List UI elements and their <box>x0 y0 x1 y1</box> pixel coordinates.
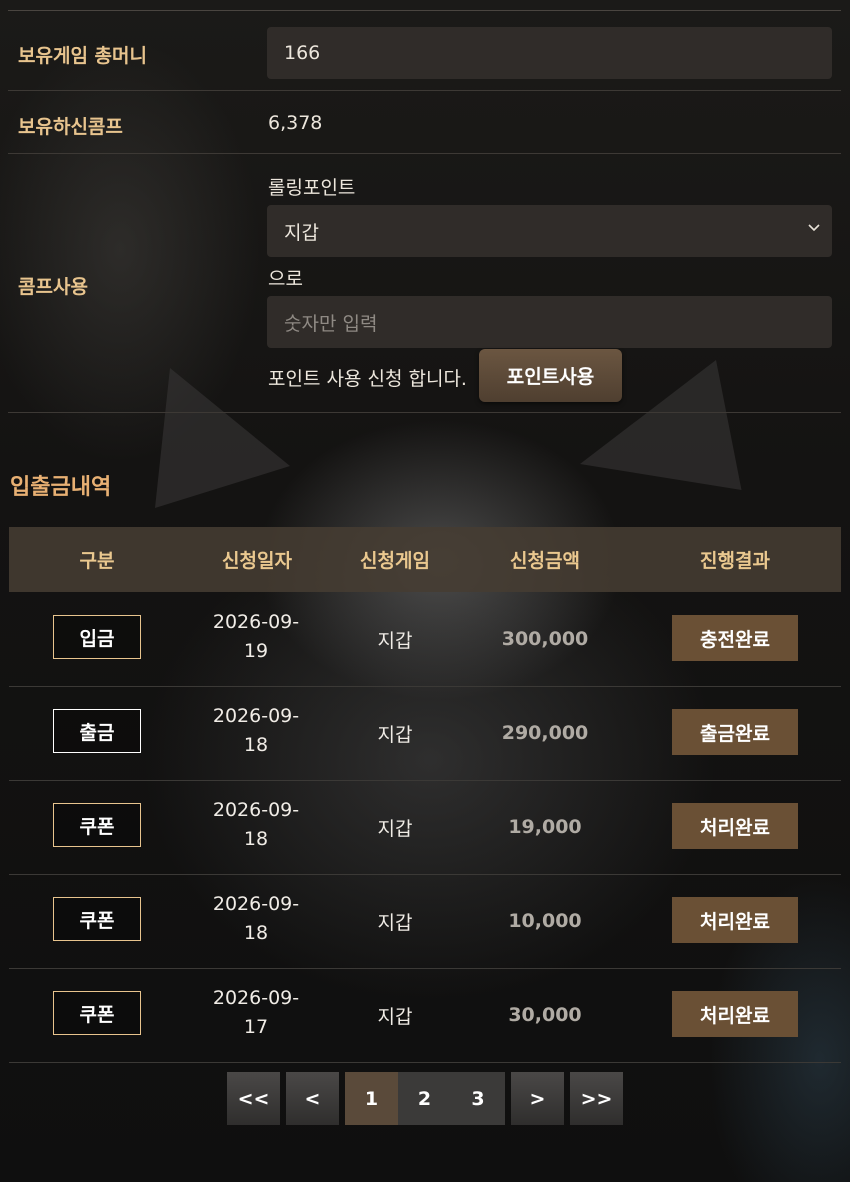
request-game: 지갑 <box>377 911 413 934</box>
game-money-value: 166 <box>284 42 321 64</box>
comp-balance-value: 6,378 <box>268 112 323 134</box>
type-badge: 쿠폰 <box>53 991 141 1035</box>
apply-text: 포인트 사용 신청 합니다. <box>268 368 467 390</box>
next-page-button[interactable]: > <box>511 1072 564 1125</box>
type-badge: 쿠폰 <box>53 803 141 847</box>
point-amount-input[interactable]: 숫자만 입력 <box>267 296 832 348</box>
status-badge: 출금완료 <box>672 709 798 755</box>
type-badge: 쿠폰 <box>53 897 141 941</box>
date-line1: 2026-09- <box>212 705 300 727</box>
wallet-select[interactable]: 지갑 <box>267 205 832 257</box>
date-line2: 18 <box>243 734 269 756</box>
status-badge: 충전완료 <box>672 615 798 661</box>
date-line2: 17 <box>243 1016 269 1038</box>
chevron-down-icon <box>808 224 820 232</box>
header-amount: 신청금액 <box>510 550 580 572</box>
date-line1: 2026-09- <box>212 611 300 633</box>
request-amount: 290,000 <box>501 722 589 744</box>
comp-use-row: 콤프사용 롤링포인트 지갑 으로 숫자만 입력 포인트 사용 신청 합니다. <box>8 153 841 413</box>
request-amount: 19,000 <box>508 816 582 838</box>
last-page-button[interactable]: >> <box>570 1072 623 1125</box>
table-row: 쿠폰 2026-09- 18 지갑 19,000 처리완료 <box>9 780 841 875</box>
request-amount: 10,000 <box>508 910 582 932</box>
page-3-button[interactable]: 3 <box>451 1072 505 1125</box>
header-game: 신청게임 <box>360 550 430 572</box>
table-row: 출금 2026-09- 18 지갑 290,000 출금완료 <box>9 686 841 781</box>
game-money-row: 보유게임 총머니 166 <box>8 11 841 91</box>
date-line2: 19 <box>243 640 269 662</box>
first-page-button[interactable]: << <box>227 1072 280 1125</box>
section-title: 입출금내역 <box>10 475 112 500</box>
request-date: 2026-09- 18 <box>205 890 307 948</box>
request-amount: 300,000 <box>501 628 589 650</box>
history-table-header: 구분 신청일자 신청게임 신청금액 진행결과 <box>9 527 841 592</box>
type-badge: 출금 <box>53 709 141 753</box>
game-money-field: 166 <box>267 27 832 79</box>
wallet-select-value: 지갑 <box>284 221 319 244</box>
request-date: 2026-09- 19 <box>205 608 307 666</box>
header-status: 진행결과 <box>700 550 770 572</box>
request-amount: 30,000 <box>508 1004 582 1026</box>
request-date: 2026-09- 18 <box>205 702 307 760</box>
game-money-label: 보유게임 총머니 <box>18 45 147 67</box>
request-game: 지갑 <box>377 1005 413 1028</box>
header-type: 구분 <box>79 550 115 572</box>
page-2-button[interactable]: 2 <box>398 1072 451 1125</box>
status-badge: 처리완료 <box>672 803 798 849</box>
prev-page-button[interactable]: < <box>286 1072 339 1125</box>
page-1-button[interactable]: 1 <box>345 1072 398 1125</box>
comp-balance-label: 보유하신콤프 <box>18 116 123 138</box>
request-game: 지갑 <box>377 723 413 746</box>
comp-balance-row: 보유하신콤프 6,378 <box>8 90 841 154</box>
date-line2: 18 <box>243 922 269 944</box>
to-text: 으로 <box>268 268 303 290</box>
table-row: 쿠폰 2026-09- 17 지갑 30,000 처리완료 <box>9 968 841 1063</box>
use-point-button[interactable]: 포인트사용 <box>479 349 622 402</box>
status-badge: 처리완료 <box>672 991 798 1037</box>
comp-use-label: 콤프사용 <box>18 276 88 298</box>
rolling-point-text: 롤링포인트 <box>268 177 356 199</box>
request-game: 지갑 <box>377 629 413 652</box>
status-badge: 처리완료 <box>672 897 798 943</box>
date-line1: 2026-09- <box>212 987 300 1009</box>
point-amount-placeholder: 숫자만 입력 <box>284 312 378 335</box>
request-date: 2026-09- 18 <box>205 796 307 854</box>
table-row: 쿠폰 2026-09- 18 지갑 10,000 처리완료 <box>9 874 841 969</box>
type-badge: 입금 <box>53 615 141 659</box>
date-line1: 2026-09- <box>212 799 300 821</box>
date-line1: 2026-09- <box>212 893 300 915</box>
header-date: 신청일자 <box>222 550 292 572</box>
request-date: 2026-09- 17 <box>205 984 307 1042</box>
request-game: 지갑 <box>377 817 413 840</box>
table-row: 입금 2026-09- 19 지갑 300,000 충전완료 <box>9 592 841 687</box>
date-line2: 18 <box>243 828 269 850</box>
